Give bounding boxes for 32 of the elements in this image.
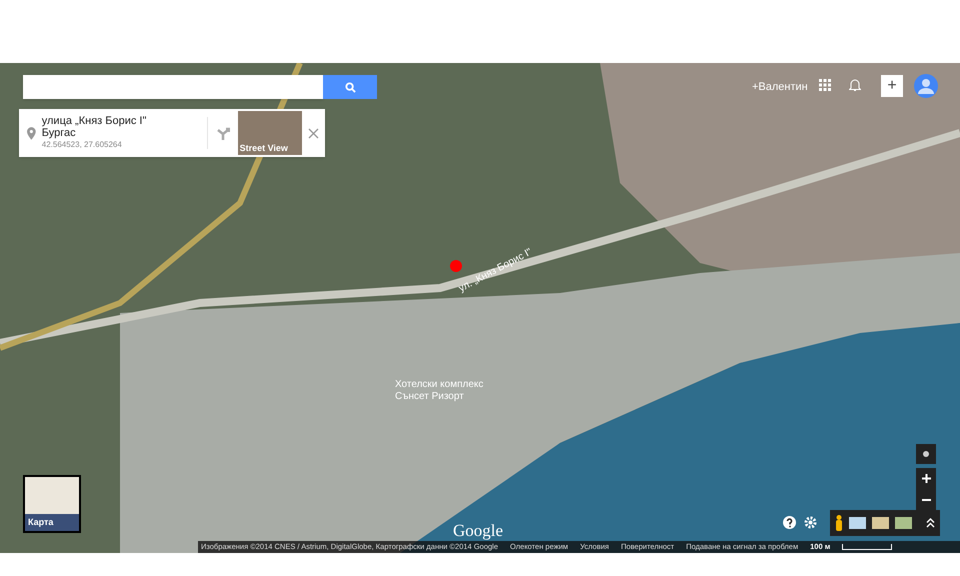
apps-grid-icon[interactable] — [819, 79, 831, 91]
directions-icon — [216, 126, 230, 140]
satellite-map-drawing[interactable] — [0, 63, 960, 553]
settings-icon[interactable] — [804, 516, 817, 529]
help-icon[interactable] — [783, 516, 796, 529]
location-button[interactable] — [916, 444, 936, 464]
pin-icon — [27, 126, 36, 140]
search-field[interactable] — [23, 75, 323, 99]
google-logo: Google — [453, 520, 504, 542]
bell-icon[interactable] — [849, 78, 861, 92]
location-icon — [921, 449, 931, 459]
plus-icon — [922, 474, 930, 483]
layer-thumbnail[interactable] — [872, 517, 889, 529]
pegman-icon[interactable] — [835, 515, 843, 531]
place-city: Бургас — [42, 127, 77, 139]
close-icon — [308, 128, 319, 138]
map-type-thumbnail[interactable]: Карта — [23, 475, 81, 533]
poi-label: Хотелски комплекс Сънсет Ризорт — [395, 379, 484, 403]
place-title: улица „Княз Борис I" — [42, 115, 148, 127]
minus-icon — [922, 498, 930, 500]
layer-thumbnail[interactable] — [895, 517, 912, 529]
layer-thumbnail[interactable] — [849, 517, 866, 529]
add-button[interactable]: + — [881, 75, 903, 97]
avatar-icon[interactable] — [914, 74, 938, 98]
place-coordinates: 42.564523, 27.605264 — [42, 139, 123, 151]
street-view-thumbnail[interactable]: Street View — [238, 111, 302, 155]
place-label: +Валентин — [752, 80, 808, 95]
chevron-up-icon[interactable] — [926, 518, 935, 528]
search-icon — [344, 82, 356, 92]
street-label: ул. „Княз Борис I" — [456, 246, 535, 296]
search-button[interactable] — [323, 75, 377, 99]
scale-bar-icon — [842, 544, 892, 550]
